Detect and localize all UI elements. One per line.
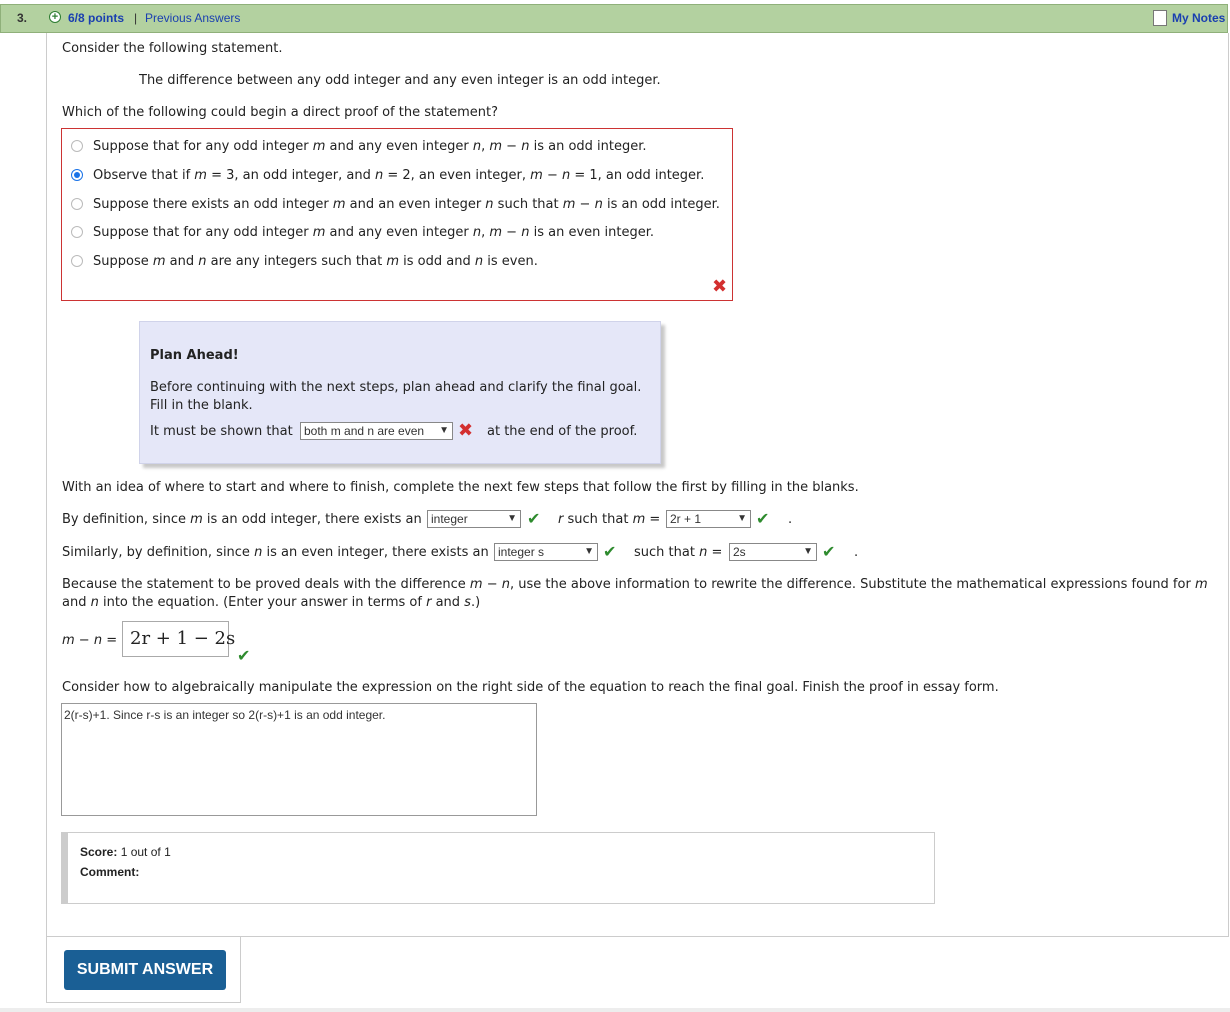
comment-label: Comment: xyxy=(80,865,140,879)
previous-answers-link[interactable]: Previous Answers xyxy=(145,11,240,25)
plan-ahead-line1: Before continuing with the next steps, p… xyxy=(150,380,642,395)
chevron-down-icon: ▼ xyxy=(439,425,449,436)
radio-option-4[interactable] xyxy=(71,226,83,238)
rewrite-line2: and n into the equation. (Enter your ans… xyxy=(62,595,481,610)
correct-check-icon: ✔ xyxy=(756,509,770,528)
plan-ahead-suffix: at the end of the proof. xyxy=(487,424,638,439)
radio-option-3[interactable] xyxy=(71,198,83,210)
plan-ahead-title: Plan Ahead! xyxy=(150,348,239,363)
incorrect-x-icon: ✖ xyxy=(712,276,728,297)
submit-answer-button[interactable]: SUBMIT ANSWER xyxy=(64,950,226,990)
chevron-down-icon: ▼ xyxy=(803,546,813,557)
score-line: Score: 1 out of 1 xyxy=(80,845,171,859)
correct-check-icon: ✔ xyxy=(237,646,251,665)
option-5-label: Suppose m and n are any integers such th… xyxy=(93,254,538,269)
plan-ahead-prefix: It must be shown that xyxy=(150,424,293,439)
points-link[interactable]: 6/8 points xyxy=(68,11,124,25)
step1-text-2: r such that m = xyxy=(558,512,661,527)
my-notes-link[interactable]: My Notes xyxy=(1172,11,1225,25)
step2-end: . xyxy=(854,545,859,560)
step1-select-2[interactable]: 2r + 1 ▼ xyxy=(666,510,751,528)
essay-prompt: Consider how to algebraically manipulate… xyxy=(62,680,999,695)
step2-select-2[interactable]: 2s ▼ xyxy=(729,543,817,561)
question-text: Which of the following could begin a dir… xyxy=(62,105,499,120)
step1-text: By definition, since m is an odd integer… xyxy=(62,512,422,527)
radio-option-1[interactable] xyxy=(71,140,83,152)
correct-check-icon: ✔ xyxy=(603,542,617,561)
step1-select-1[interactable]: integer ▼ xyxy=(427,510,521,528)
score-box xyxy=(61,832,935,904)
step2-text-2: such that n = xyxy=(634,545,723,560)
correct-check-icon: ✔ xyxy=(822,542,836,561)
intro-text: Consider the following statement. xyxy=(62,41,283,56)
notes-icon[interactable] xyxy=(1153,10,1167,26)
option-4-label: Suppose that for any odd integer m and a… xyxy=(93,225,654,240)
radio-option-2[interactable] xyxy=(71,169,83,181)
plus-circle-icon: + xyxy=(49,11,61,23)
option-1-label: Suppose that for any odd integer m and a… xyxy=(93,139,647,154)
header-separator: | xyxy=(134,11,138,25)
step2-select-1[interactable]: integer s ▼ xyxy=(494,543,598,561)
essay-textarea[interactable]: 2(r-s)+1. Since r-s is an integer so 2(r… xyxy=(61,703,537,816)
equation-lhs: m − n = xyxy=(62,633,118,648)
option-2-label: Observe that if m = 3, an odd integer, a… xyxy=(93,168,705,183)
statement-text: The difference between any odd integer a… xyxy=(139,73,661,88)
step1-end: . xyxy=(788,512,793,527)
radio-option-5[interactable] xyxy=(71,255,83,267)
page-bottom-divider xyxy=(0,1008,1230,1012)
step2-text: Similarly, by definition, since n is an … xyxy=(62,545,489,560)
question-number: 3. xyxy=(17,11,28,25)
plan-ahead-select[interactable]: both m and n are even ▼ xyxy=(300,422,453,440)
rewrite-line1: Because the statement to be proved deals… xyxy=(62,577,1208,592)
plan-ahead-line2: Fill in the blank. xyxy=(150,398,253,413)
chevron-down-icon: ▼ xyxy=(507,513,517,524)
equation-answer-input[interactable]: 2r + 1 − 2s xyxy=(122,621,235,657)
chevron-down-icon: ▼ xyxy=(737,513,747,524)
steps-intro-text: With an idea of where to start and where… xyxy=(62,480,859,495)
correct-check-icon: ✔ xyxy=(527,509,541,528)
option-3-label: Suppose there exists an odd integer m an… xyxy=(93,197,720,212)
incorrect-x-icon: ✖ xyxy=(458,420,474,441)
chevron-down-icon: ▼ xyxy=(584,546,594,557)
